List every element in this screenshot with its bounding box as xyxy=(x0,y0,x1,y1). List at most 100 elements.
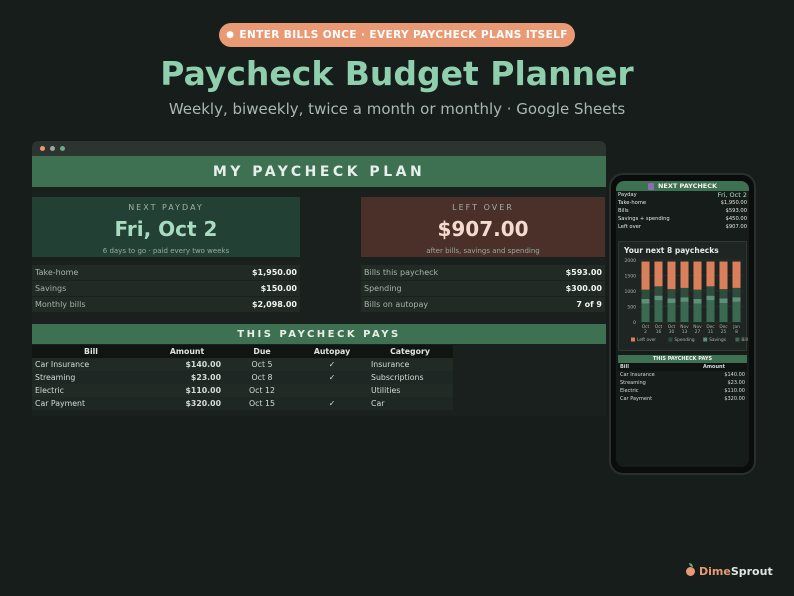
cell-amount[interactable]: $23.00 xyxy=(147,373,227,382)
phone-mockup: NEXT PAYCHECK Payday Fri, Oct 2 Take-home… xyxy=(609,173,756,475)
bullet-icon: ● xyxy=(226,30,235,40)
phone-table-row[interactable]: Car Payment $320.00 xyxy=(618,395,747,403)
phone-row-value: $593.00 xyxy=(725,208,747,214)
stat-label: Bills this paycheck xyxy=(364,268,439,277)
next-payday-label: NEXT PAYDAY xyxy=(128,203,204,212)
phone-table-row[interactable]: Electric $110.00 xyxy=(618,387,747,395)
phone-row-value: $907.00 xyxy=(725,224,747,230)
check-icon[interactable]: ✓ xyxy=(297,399,367,408)
phone-table-row[interactable]: Streaming $23.00 xyxy=(618,379,747,387)
table-row[interactable]: Car Payment $320.00 Oct 15 ✓ Car xyxy=(32,397,453,410)
bar-segment-spending xyxy=(654,286,663,296)
phone-table-row[interactable]: Car Insurance $140.00 xyxy=(618,371,747,379)
legend-label: Savings xyxy=(709,337,727,343)
window-titlebar xyxy=(32,141,606,156)
window-minimize-dot[interactable] xyxy=(50,146,55,151)
stat-row[interactable]: Take-home $1,950.00 xyxy=(32,265,300,281)
phone-cell-amount: $320.00 xyxy=(724,396,745,402)
phone-row: Savings + spending $450.00 xyxy=(616,215,749,223)
check-icon[interactable]: ✓ xyxy=(297,373,367,382)
bar-segment-bills xyxy=(680,301,689,322)
brand-part1: Dime xyxy=(699,565,731,578)
stat-row[interactable]: Spending $300.00 xyxy=(361,281,605,297)
brand-logo: Dime Sprout xyxy=(686,563,773,578)
stat-row[interactable]: Monthly bills $2,098.00 xyxy=(32,297,300,313)
x-tick-label: 30 xyxy=(669,329,675,335)
left-over-value: $907.00 xyxy=(437,217,529,241)
cell-category[interactable]: Utilities xyxy=(367,386,453,395)
col-header-autopay[interactable]: Autopay xyxy=(297,347,367,356)
bar-segment-left-over xyxy=(719,261,728,290)
cell-category[interactable]: Car xyxy=(367,399,453,408)
cell-bill[interactable]: Car Payment xyxy=(32,399,147,408)
y-tick-label: 1000 xyxy=(625,289,637,295)
col-header-category[interactable]: Category xyxy=(367,347,453,356)
stat-label: Bills on autopay xyxy=(364,300,429,309)
cell-category[interactable]: Subscriptions xyxy=(367,373,453,382)
phone-row: Left over $907.00 xyxy=(616,223,749,231)
sheet-header: MY PAYCHECK PLAN xyxy=(32,156,606,187)
stat-row[interactable]: Bills this paycheck $593.00 xyxy=(361,265,605,281)
stat-value: $150.00 xyxy=(260,284,297,293)
chart-svg: 0500100015002000Oct2Oct16Oct30Nov13Nov27… xyxy=(625,258,749,343)
cell-amount[interactable]: $110.00 xyxy=(147,386,227,395)
phone-table-header: Bill Amount xyxy=(618,363,747,371)
phone-cell-amount: $140.00 xyxy=(724,372,745,378)
bar-segment-bills xyxy=(641,303,650,322)
window-close-dot[interactable] xyxy=(40,146,45,151)
sprout-icon xyxy=(686,563,695,576)
cell-category[interactable]: Insurance xyxy=(367,360,453,369)
stat-value: $593.00 xyxy=(565,268,602,277)
table-row[interactable]: Car Insurance $140.00 Oct 5 ✓ Insurance xyxy=(32,358,453,371)
bar-segment-savings xyxy=(667,298,676,304)
x-tick-label: 13 xyxy=(682,329,688,335)
phone-cell-bill: Car Payment xyxy=(620,396,653,402)
x-tick-label: 27 xyxy=(695,329,701,335)
pays-header: THIS PAYCHECK PAYS xyxy=(32,324,606,344)
stat-label: Monthly bills xyxy=(35,300,86,309)
bar-segment-left-over xyxy=(706,261,715,287)
bar-segment-left-over xyxy=(654,261,663,287)
cell-bill[interactable]: Streaming xyxy=(32,373,147,382)
table-row[interactable]: Electric $110.00 Oct 12 Utilities xyxy=(32,384,453,397)
bar-segment-bills xyxy=(719,303,728,322)
cell-bill[interactable]: Car Insurance xyxy=(32,360,147,369)
col-header-amount[interactable]: Amount xyxy=(147,347,227,356)
paycheck-chart: Your next 8 paychecks 0 500 1000 1500 2000 Oc… xyxy=(618,241,749,351)
table-row[interactable]: Streaming $23.00 Oct 8 ✓ Subscriptions xyxy=(32,371,453,384)
phone-row-value: $450.00 xyxy=(725,216,747,222)
bar-segment-spending xyxy=(641,289,650,299)
window-maximize-dot[interactable] xyxy=(60,146,65,151)
next-payday-value: Fri, Oct 2 xyxy=(114,217,218,241)
bar-segment-savings xyxy=(654,295,663,301)
bar-segment-savings xyxy=(706,295,715,301)
cell-due[interactable]: Oct 5 xyxy=(227,360,297,369)
cell-bill[interactable]: Electric xyxy=(32,386,147,395)
left-over-card: LEFT OVER $907.00 after bills, savings a… xyxy=(361,197,605,257)
cell-amount[interactable]: $320.00 xyxy=(147,399,227,408)
y-tick-label: 2000 xyxy=(625,258,637,264)
stat-row[interactable]: Bills on autopay 7 of 9 xyxy=(361,297,605,313)
x-tick-label: 16 xyxy=(656,329,662,335)
phone-row-label: Take-home xyxy=(618,200,647,206)
cell-due[interactable]: Oct 8 xyxy=(227,373,297,382)
bar-segment-left-over xyxy=(641,261,650,290)
bar-segment-spending xyxy=(667,289,676,299)
bar-segment-spending xyxy=(693,289,702,299)
cell-due[interactable]: Oct 15 xyxy=(227,399,297,408)
stat-row[interactable]: Savings $150.00 xyxy=(32,281,300,297)
phone-header: NEXT PAYCHECK xyxy=(616,181,749,191)
bar-segment-left-over xyxy=(667,261,676,290)
bar-segment-bills xyxy=(667,303,676,322)
left-stats: Take-home $1,950.00 Savings $150.00 Monthl… xyxy=(32,265,300,313)
x-tick-label: 11 xyxy=(708,329,714,335)
check-icon[interactable]: ✓ xyxy=(297,360,367,369)
cell-amount[interactable]: $140.00 xyxy=(147,360,227,369)
right-stats: Bills this paycheck $593.00 Spending $300.… xyxy=(361,265,605,313)
x-tick-label: 25 xyxy=(721,329,727,335)
col-header-due[interactable]: Due xyxy=(227,347,297,356)
phone-cell-amount: $23.00 xyxy=(727,380,746,386)
col-header-bill[interactable]: Bill xyxy=(32,347,147,356)
cell-due[interactable]: Oct 12 xyxy=(227,386,297,395)
chart-title: Your next 8 paychecks xyxy=(624,246,719,255)
